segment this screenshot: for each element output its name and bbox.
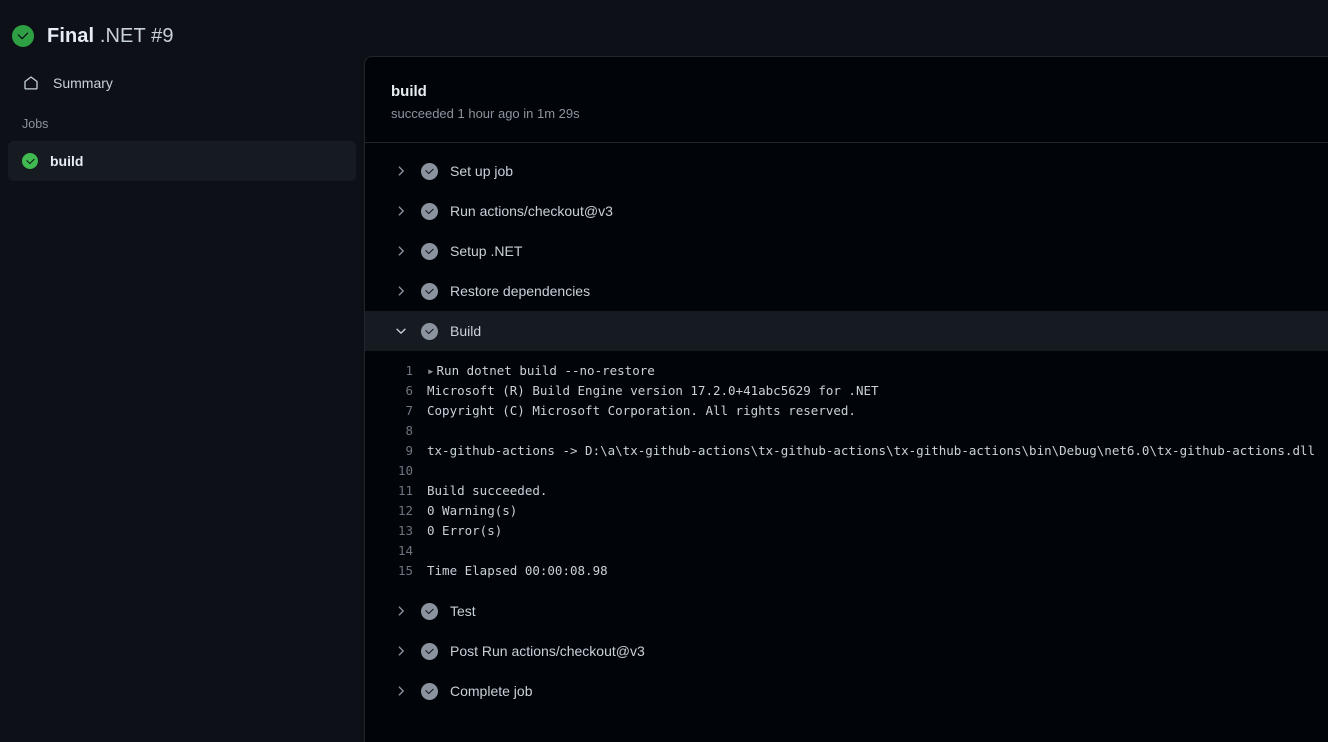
jobs-section-label: Jobs (22, 117, 49, 131)
log-line-text: Build succeeded. (427, 483, 548, 498)
log-line-text: tx-github-actions -> D:\a\tx-github-acti… (427, 443, 1316, 458)
log-line: 1 ▸ Run dotnet build --no-restore (365, 361, 1328, 381)
job-detail-panel: build succeeded 1 hour ago in 1m 29s Set… (364, 56, 1328, 742)
log-line: 9 tx-github-actions -> D:\a\tx-github-ac… (365, 441, 1328, 461)
log-line-number: 13 (397, 523, 413, 538)
check-circle-icon (421, 602, 438, 620)
log-line-number: 6 (405, 383, 413, 398)
log-line-number: 10 (397, 463, 413, 478)
step-label: Post Run actions/checkout@v3 (450, 643, 645, 659)
step-label: Build (450, 323, 482, 339)
sidebar: Summary Jobs build (0, 56, 364, 742)
log-line-number: 1 (405, 363, 413, 378)
check-circle-icon (421, 202, 438, 220)
step-row[interactable]: Test (365, 591, 1328, 631)
chevron-right-icon (393, 283, 409, 299)
step-label: Test (450, 603, 476, 619)
job-title: build (391, 83, 427, 100)
run-marker-icon: ▸ (427, 363, 435, 378)
run-header: Final .NET #9 (0, 0, 1328, 56)
chevron-right-icon (393, 203, 409, 219)
log-line: 11 Build succeeded. (365, 481, 1328, 501)
chevron-down-icon (393, 323, 409, 339)
step-row[interactable]: Set up job (365, 151, 1328, 191)
step-row[interactable]: Restore dependencies (365, 271, 1328, 311)
run-title-bold: Final (47, 24, 95, 47)
home-icon (22, 75, 39, 92)
chevron-right-icon (393, 643, 409, 659)
log-output[interactable]: 1 ▸ Run dotnet build --no-restore 6 Micro… (365, 351, 1328, 591)
log-line-body: Run dotnet build --no-restore (436, 363, 655, 378)
chevron-right-icon (393, 603, 409, 619)
check-circle-icon (421, 242, 438, 260)
log-line: 8 (365, 421, 1328, 441)
step-label: Complete job (450, 683, 533, 699)
step-label: Set up job (450, 163, 514, 179)
page-title: Final .NET #9 (47, 25, 174, 48)
step-row[interactable]: Setup .NET (365, 231, 1328, 271)
check-circle-icon (421, 682, 438, 700)
log-line-text: Time Elapsed 00:00:08.98 (427, 563, 608, 578)
job-header: build succeeded 1 hour ago in 1m 29s (365, 57, 1328, 143)
log-line-number: 14 (397, 543, 413, 558)
log-line: 7 Copyright (C) Microsoft Corporation. A… (365, 401, 1328, 421)
log-line: 15 Time Elapsed 00:00:08.98 (365, 561, 1328, 581)
run-title-light: .NET #9 (99, 24, 174, 47)
step-row[interactable]: Post Run actions/checkout@v3 (365, 631, 1328, 671)
step-label: Restore dependencies (450, 283, 591, 299)
step-label: Run actions/checkout@v3 (450, 203, 613, 219)
log-line-number: 11 (397, 483, 413, 498)
log-line: 14 (365, 541, 1328, 561)
chevron-right-icon (393, 163, 409, 179)
chevron-right-icon (393, 243, 409, 259)
log-line-text: 0 Error(s) (427, 523, 503, 538)
check-circle-icon (421, 282, 438, 300)
main-layout: Summary Jobs build build succeeded 1 hou… (0, 56, 1328, 742)
log-line-number: 12 (397, 503, 413, 518)
sidebar-item-summary-label: Summary (53, 75, 113, 91)
step-row[interactable]: Run actions/checkout@v3 (365, 191, 1328, 231)
job-status-summary: succeeded 1 hour ago in 1m 29s (391, 106, 580, 121)
log-line: 13 0 Error(s) (365, 521, 1328, 541)
step-list: Set up job Run actions/checkout@v3 Setup… (365, 143, 1328, 711)
log-line-text: ▸ Run dotnet build --no-restore (427, 361, 655, 381)
sidebar-item-job-build[interactable]: build (8, 141, 356, 181)
log-line-number: 9 (405, 443, 413, 458)
log-line-text: 0 Warning(s) (427, 503, 518, 518)
check-circle-icon (12, 25, 34, 47)
log-line: 6 Microsoft (R) Build Engine version 17.… (365, 381, 1328, 401)
log-line: 12 0 Warning(s) (365, 501, 1328, 521)
check-circle-icon (22, 153, 38, 169)
check-circle-icon (421, 642, 438, 660)
check-circle-icon (421, 162, 438, 180)
sidebar-item-summary[interactable]: Summary (8, 65, 356, 101)
sidebar-job-label: build (50, 153, 84, 169)
chevron-right-icon (393, 683, 409, 699)
log-line-text: Copyright (C) Microsoft Corporation. All… (427, 403, 856, 418)
check-circle-icon (421, 322, 438, 340)
log-line-number: 8 (405, 423, 413, 438)
step-row[interactable]: Complete job (365, 671, 1328, 711)
log-line-text: Microsoft (R) Build Engine version 17.2.… (427, 383, 879, 398)
step-row-expanded[interactable]: Build (365, 311, 1328, 351)
log-line-number: 15 (397, 563, 413, 578)
log-line: 10 (365, 461, 1328, 481)
step-label: Setup .NET (450, 243, 523, 259)
log-line-number: 7 (405, 403, 413, 418)
